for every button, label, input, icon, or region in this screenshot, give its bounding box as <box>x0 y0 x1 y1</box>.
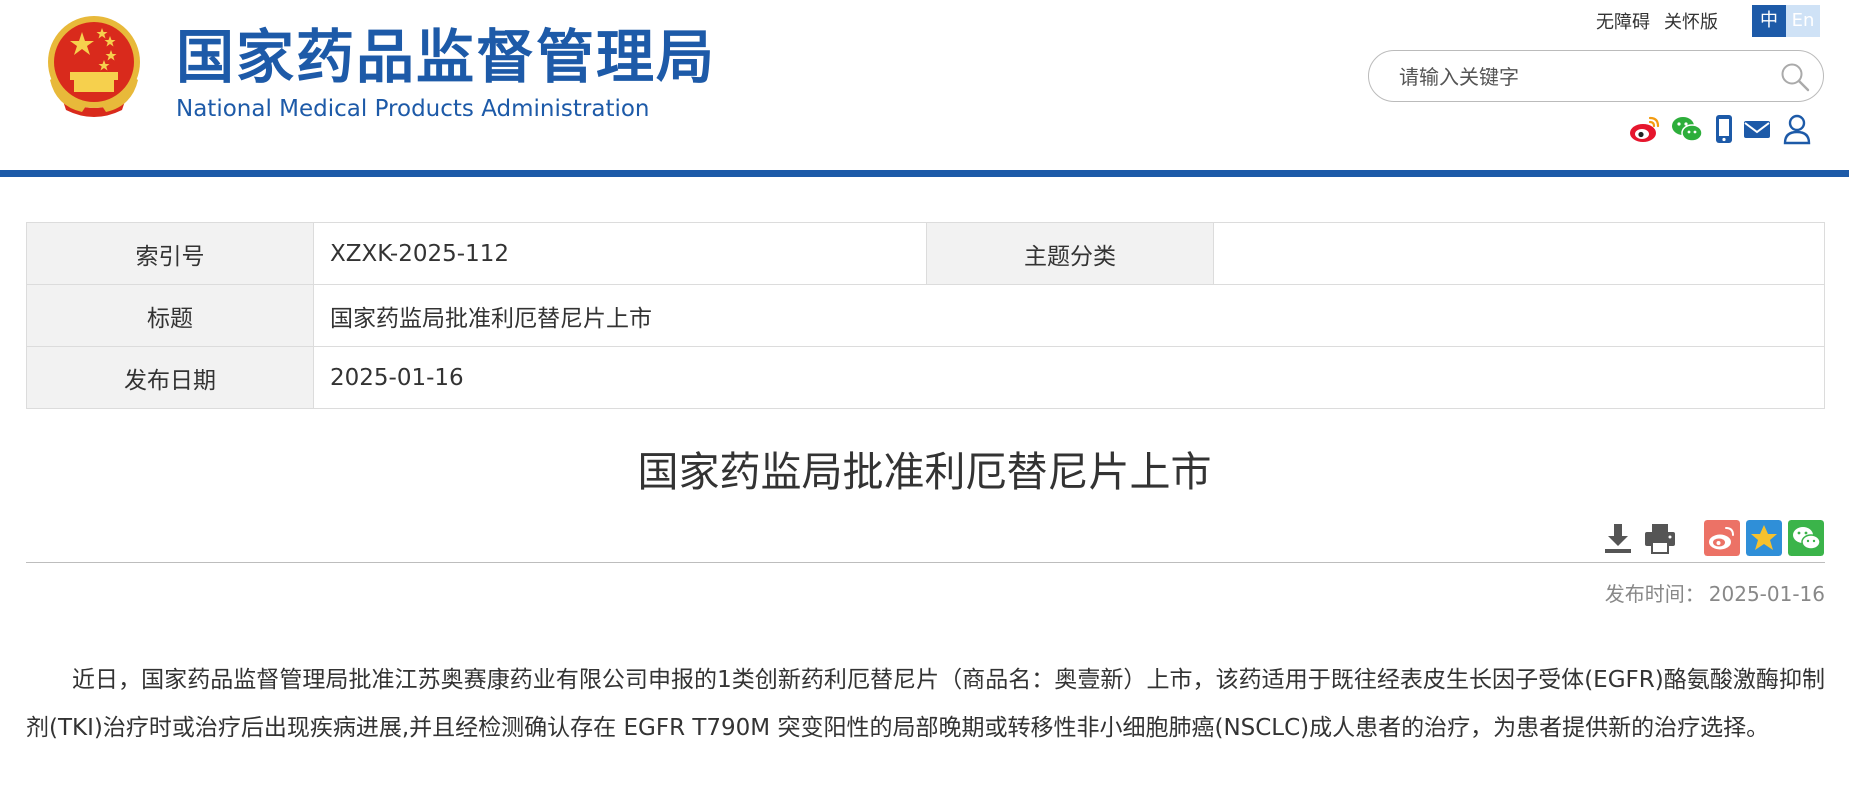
site-logo-chinese[interactable]: 国家药品监督管理局 <box>176 24 716 90</box>
date-label: 发布日期 <box>26 346 314 409</box>
accessibility-link[interactable]: 无障碍 <box>1596 12 1650 33</box>
article-title: 国家药监局批准利厄替尼片上市 <box>637 448 1212 496</box>
email-icon[interactable] <box>1742 112 1772 146</box>
title-label: 标题 <box>26 284 314 347</box>
care-mode-link[interactable]: 关怀版 <box>1664 12 1718 33</box>
share-qzone-icon[interactable] <box>1746 520 1782 556</box>
search-input[interactable] <box>1397 61 1761 93</box>
weibo-icon[interactable] <box>1628 112 1662 146</box>
download-icon[interactable] <box>1600 520 1636 556</box>
header-divider <box>0 170 1849 177</box>
lang-chinese-button[interactable]: 中 <box>1752 5 1786 37</box>
top-links: 无障碍 关怀版 <box>1596 8 1732 34</box>
publish-time-value: 2025-01-16 <box>1708 582 1825 606</box>
user-icon[interactable] <box>1780 112 1814 146</box>
search-box <box>1368 50 1824 102</box>
lang-english-button[interactable]: En <box>1786 5 1820 37</box>
article-body: 近日，国家药品监督管理局批准江苏奥赛康药业有限公司申报的1类创新药利厄替尼片（商… <box>26 667 1825 741</box>
wechat-icon[interactable] <box>1670 112 1704 146</box>
title-value: 国家药监局批准利厄替尼片上市 <box>313 284 1825 347</box>
info-table: 索引号 XZXK-2025-112 主题分类 标题 国家药监局批准利厄替尼片上市… <box>26 222 1825 409</box>
info-row: 发布日期 2025-01-16 <box>26 346 1825 409</box>
site-logo-english[interactable]: National Medical Products Administration <box>176 94 650 124</box>
index-value: XZXK-2025-112 <box>313 222 927 285</box>
share-wechat-icon[interactable] <box>1788 520 1824 556</box>
category-value <box>1213 222 1825 285</box>
share-weibo-icon[interactable] <box>1704 520 1740 556</box>
info-row: 标题 国家药监局批准利厄替尼片上市 <box>26 284 1825 347</box>
site-header: 国家药品监督管理局 National Medical Products Admi… <box>0 0 1849 172</box>
publish-time-label: 发布时间： <box>1604 582 1705 606</box>
index-label: 索引号 <box>26 222 314 285</box>
mobile-icon[interactable] <box>1712 112 1736 146</box>
info-row: 索引号 XZXK-2025-112 主题分类 <box>26 222 1825 285</box>
print-icon[interactable] <box>1642 520 1678 556</box>
publish-time: 发布时间： 2025-01-16 <box>1605 578 1825 607</box>
date-value: 2025-01-16 <box>313 346 1825 409</box>
national-emblem-icon[interactable] <box>42 14 146 124</box>
title-divider <box>26 562 1825 563</box>
search-icon[interactable] <box>1779 61 1811 93</box>
category-label: 主题分类 <box>926 222 1214 285</box>
